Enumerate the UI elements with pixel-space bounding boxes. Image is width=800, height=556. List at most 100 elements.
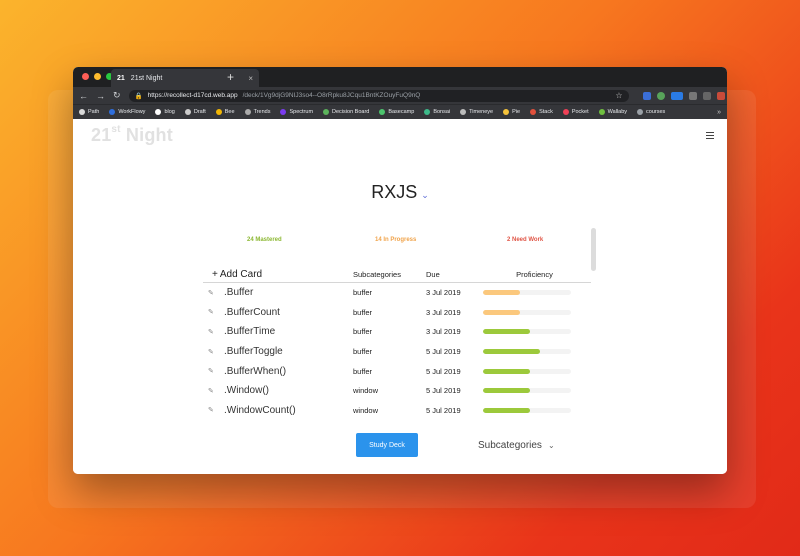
pencil-icon[interactable]: ✎ [203, 289, 224, 297]
study-deck-button[interactable]: Study Deck [356, 433, 418, 457]
pencil-icon[interactable]: ✎ [203, 308, 224, 316]
tab-21st-night[interactable]: 21 21st Night × [111, 69, 259, 87]
bookmark-item[interactable]: Path [79, 109, 99, 115]
extension-gray-icon[interactable] [688, 91, 697, 100]
minimize-window-button[interactable] [94, 73, 101, 80]
due-cell: 3 Jul 2019 [426, 307, 461, 317]
bookmark-label: blog [164, 109, 175, 115]
column-header-proficiency[interactable]: Proficiency [478, 270, 591, 279]
subcategories-dropdown[interactable]: Subcategories ⌄ [478, 440, 555, 451]
bookmark-label: Stack [539, 109, 553, 115]
bookmark-item[interactable]: Timeneye [460, 109, 493, 115]
deck-title-text: RXJS [371, 182, 418, 202]
bookmark-item[interactable]: Draft [184, 109, 206, 115]
chevron-down-icon[interactable]: ⌄ [421, 190, 429, 200]
card-name-cell[interactable]: ✎ .BufferWhen() [203, 366, 353, 377]
due-cell: 5 Jul 2019 [426, 347, 461, 357]
bookmark-favicon-icon [155, 109, 162, 115]
address-bar[interactable]: 🔒 https://recollect-d17cd.web.app/deck/1… [128, 89, 629, 102]
bookmark-item[interactable]: Stack [530, 109, 553, 115]
browser-toolbar: ← → ↻ 🔒 https://recollect-d17cd.web.app /… [73, 87, 727, 104]
bookmarks-overflow-icon[interactable]: » [717, 109, 721, 116]
proficiency-track [483, 349, 571, 355]
card-name-cell[interactable]: ✎ .WindowCount() [203, 405, 353, 416]
back-icon[interactable]: ← [79, 91, 88, 101]
card-name-cell[interactable]: ✎ .BufferTime [203, 326, 353, 337]
bookmark-item[interactable]: Bonsai [424, 109, 450, 115]
pencil-icon[interactable]: ✎ [203, 406, 224, 414]
extension-green-icon[interactable] [656, 91, 665, 100]
bookmark-favicon-icon [280, 109, 287, 115]
due-cell: 5 Jul 2019 [426, 405, 461, 415]
card-name-cell[interactable]: ✎ .BufferToggle [203, 346, 353, 357]
bookmark-label: Spectrum [289, 109, 314, 115]
bookmark-item[interactable]: Decision Board [323, 109, 369, 115]
bookmark-item[interactable]: Pie [503, 109, 520, 115]
proficiency-bar [483, 407, 530, 413]
column-header-subcategories[interactable]: Subcategories [353, 270, 426, 279]
stat-need-work[interactable]: 2 Need Work [507, 237, 543, 243]
table-row[interactable]: ✎ .Buffer buffer 3 Jul 2019 [203, 283, 591, 303]
bookmark-item[interactable]: Pocket [562, 109, 589, 115]
bookmark-favicon-icon [215, 109, 222, 115]
bookmark-item[interactable]: WorkFlowy [109, 109, 145, 115]
card-name: .BufferCount [224, 306, 280, 318]
scrollbar-thumb[interactable] [591, 228, 596, 271]
subcategory-cell: buffer [353, 288, 373, 298]
close-window-button[interactable] [82, 73, 89, 80]
deck-title[interactable]: RXJS ⌄ [73, 182, 727, 203]
pencil-icon[interactable]: ✎ [203, 328, 224, 336]
cards-table: + Add Card Subcategories Due Proficiency … [203, 267, 591, 420]
pencil-icon[interactable]: ✎ [203, 348, 224, 356]
extension-blue-icon[interactable] [670, 91, 683, 100]
card-name-cell[interactable]: ✎ .BufferCount [203, 307, 353, 318]
subcategory-cell: buffer [353, 347, 373, 357]
proficiency-track [483, 368, 571, 374]
app-logo[interactable]: 21st Night [91, 124, 173, 146]
stat-in-progress[interactable]: 14 In Progress [375, 237, 416, 243]
menu-icon[interactable] [706, 132, 714, 141]
plus-icon: + [212, 269, 218, 280]
add-card-button[interactable]: + Add Card [203, 269, 353, 280]
card-name: .BufferTime [224, 326, 276, 338]
bookmark-item[interactable]: Wallaby [598, 109, 627, 115]
stat-mastered[interactable]: 24 Mastered [247, 237, 282, 243]
bookmarks-bar: Path WorkFlowy blog Draft Bee Trends Spectrum D… [73, 104, 727, 119]
reload-icon[interactable]: ↻ [113, 90, 121, 101]
logo-word: Night [120, 125, 173, 145]
card-name-cell[interactable]: ✎ .Buffer [203, 287, 353, 298]
extension-grid-icon[interactable] [642, 91, 651, 100]
table-row[interactable]: ✎ .Window() window 5 Jul 2019 [203, 381, 591, 401]
bookmark-item[interactable]: courses [637, 109, 665, 115]
card-name-cell[interactable]: ✎ .Window() [203, 385, 353, 396]
tab-close-icon[interactable]: × [248, 74, 253, 83]
pencil-icon[interactable]: ✎ [203, 387, 224, 395]
bookmark-item[interactable]: Bee [215, 109, 235, 115]
forward-icon[interactable]: → [96, 91, 105, 101]
extension-shield-icon[interactable] [702, 91, 711, 100]
bookmark-item[interactable]: Spectrum [280, 109, 313, 115]
table-row[interactable]: ✎ .BufferToggle buffer 5 Jul 2019 [203, 342, 591, 362]
bookmark-label: WorkFlowy [118, 109, 146, 115]
table-row[interactable]: ✎ .BufferWhen() buffer 5 Jul 2019 [203, 361, 591, 381]
card-name: .WindowCount() [224, 404, 296, 416]
bookmark-item[interactable]: Trends [244, 109, 270, 115]
pencil-icon[interactable]: ✎ [203, 367, 224, 375]
bookmark-label: Bee [224, 109, 235, 115]
proficiency-cell [478, 290, 591, 296]
logo-suffix-sup: st [111, 124, 121, 135]
bookmark-star-icon[interactable]: ☆ [615, 91, 622, 100]
add-card-label: Add Card [219, 269, 263, 280]
bookmark-favicon-icon [460, 109, 467, 115]
new-tab-button[interactable]: + [227, 70, 234, 84]
bookmark-item[interactable]: Basecamp [379, 109, 414, 115]
extension-red-icon[interactable] [716, 91, 725, 100]
column-header-due[interactable]: Due [426, 270, 478, 279]
bookmark-label: Path [88, 109, 100, 115]
table-row[interactable]: ✎ .BufferCount buffer 3 Jul 2019 [203, 303, 591, 323]
tab-favicon: 21 [117, 74, 125, 82]
table-row[interactable]: ✎ .WindowCount() window 5 Jul 2019 [203, 401, 591, 421]
proficiency-bar [483, 349, 541, 355]
table-row[interactable]: ✎ .BufferTime buffer 3 Jul 2019 [203, 322, 591, 342]
bookmark-item[interactable]: blog [155, 109, 175, 115]
